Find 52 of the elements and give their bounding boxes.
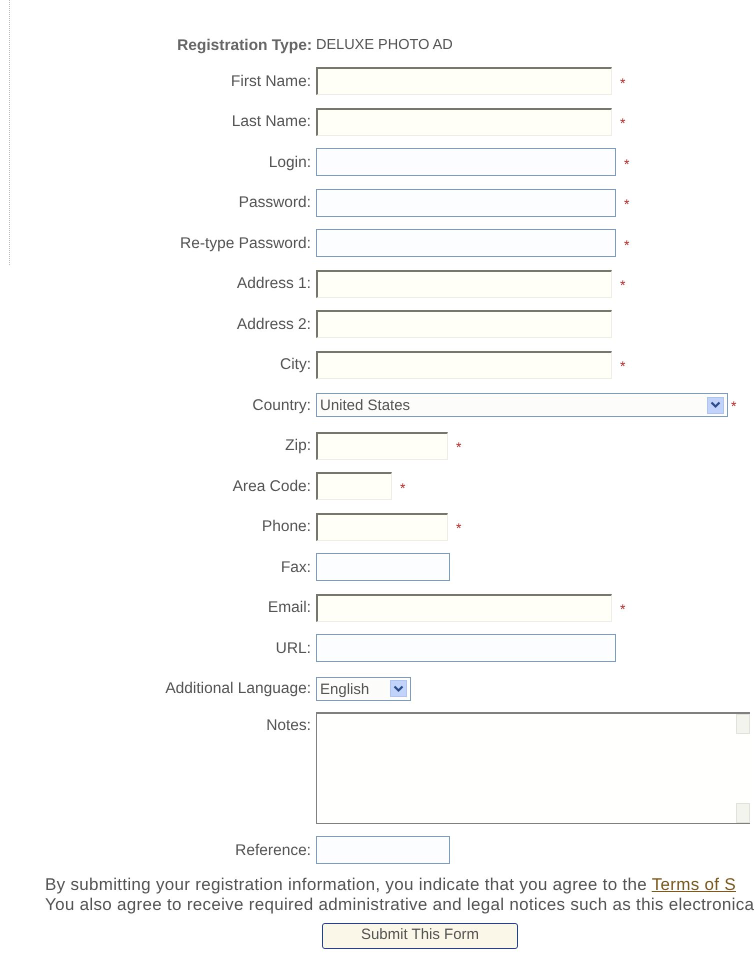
field-label: Password: [238, 193, 312, 214]
registration-type-label: Registration Type: [176, 36, 313, 56]
field-label: URL: [274, 638, 312, 659]
field-label: Fax: [280, 558, 312, 578]
input-field[interactable] [316, 836, 450, 864]
required-asterisk: * [456, 519, 462, 538]
required-asterisk: * [624, 154, 630, 174]
input-field[interactable] [316, 432, 448, 460]
required-asterisk: * [620, 114, 626, 134]
field-label: Notes: [265, 716, 312, 736]
field-label: First Name: [230, 72, 312, 92]
field-label: Address 1: [236, 274, 312, 294]
field-label: Email: [266, 598, 312, 618]
input-field[interactable] [316, 270, 612, 298]
dropdown[interactable]: United States [316, 393, 728, 418]
input-field[interactable] [316, 310, 612, 338]
required-asterisk: * [400, 478, 406, 498]
required-asterisk: * [624, 195, 630, 214]
required-asterisk: * [624, 236, 630, 255]
field-label: Additional Language: [164, 679, 312, 700]
required-asterisk: * [456, 438, 462, 458]
submit-button[interactable]: Submit This Form [322, 922, 518, 948]
required-asterisk: * [620, 600, 626, 620]
input-field[interactable] [316, 512, 448, 541]
input-field[interactable] [316, 472, 392, 500]
agreement-text: By submitting your registration information, you indicate that you agree to the Terms of S You also agree to receive required administrative and legal notices such as this electronica [44, 874, 755, 914]
required-asterisk: * [731, 396, 736, 416]
required-asterisk: * [620, 74, 626, 93]
field-label: Country: [251, 396, 312, 416]
input-field[interactable] [316, 108, 612, 136]
required-asterisk: * [620, 276, 626, 296]
input-field[interactable] [316, 553, 450, 582]
field-label: City: [279, 355, 312, 376]
input-field[interactable] [316, 148, 616, 176]
field-label: Last Name: [230, 112, 312, 132]
terms-link[interactable]: Terms of S [652, 874, 736, 894]
field-label: Area Code: [232, 476, 312, 497]
field-label: Phone: [260, 517, 312, 538]
field-label: Re-type Password: [179, 234, 312, 254]
input-field[interactable] [316, 594, 612, 622]
field-label: Address 2: [236, 314, 312, 335]
field-label: Zip: [284, 436, 312, 456]
input-field[interactable] [316, 229, 616, 258]
input-field[interactable] [316, 634, 616, 662]
input-field[interactable] [316, 350, 612, 379]
dropdown[interactable]: English [316, 676, 411, 701]
registration-type-value: DELUXE PHOTO AD [316, 36, 453, 56]
input-field[interactable] [316, 67, 612, 96]
input-field[interactable] [316, 188, 616, 217]
required-asterisk: * [620, 357, 626, 376]
field-label: Reference: [234, 840, 312, 861]
field-label: Login: [268, 152, 312, 173]
